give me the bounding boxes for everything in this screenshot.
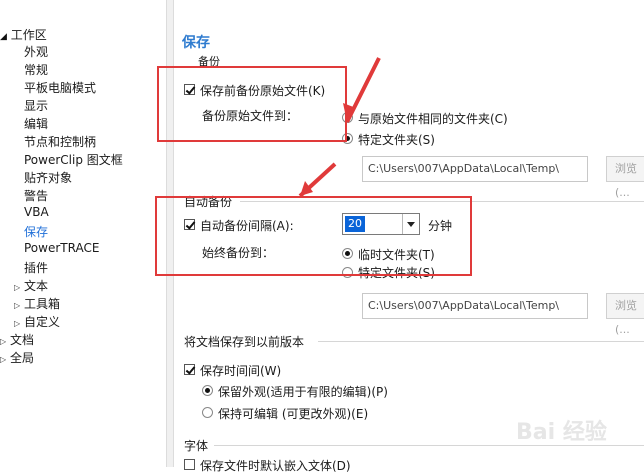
watermark-text: Bai 经验 — [516, 420, 607, 445]
annotation-arrows — [298, 57, 381, 198]
